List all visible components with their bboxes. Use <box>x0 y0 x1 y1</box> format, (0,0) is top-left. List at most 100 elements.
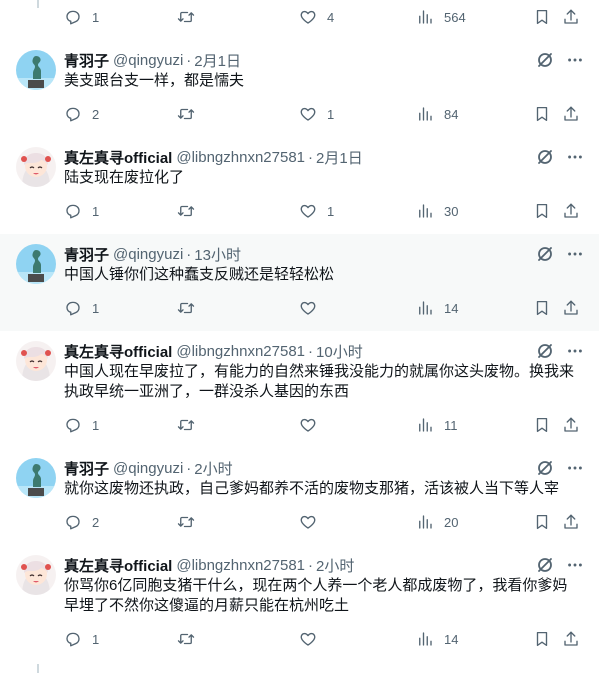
more-options-button[interactable] <box>565 50 585 70</box>
reply-count: 1 <box>92 300 100 316</box>
like-button[interactable]: 1 <box>299 200 334 222</box>
bookmark-icon <box>536 106 548 122</box>
share-button[interactable] <box>562 511 580 533</box>
like-button[interactable]: 1 <box>299 103 334 125</box>
more-options-button[interactable] <box>565 147 585 167</box>
user-handle[interactable]: @libngzhnxn27581 <box>176 557 305 574</box>
separator-dot: · <box>308 342 314 360</box>
tweet-text-line: 执政早统一亚洲了，一群没杀人基因的东西 <box>64 383 350 400</box>
display-name[interactable]: 真左真寻official <box>64 341 172 362</box>
grok-button[interactable] <box>535 341 555 361</box>
tweet-text-line: 中国人现在早废拉了，有能力的自然来锤我没能力的就属你这头废物。换我来 <box>64 363 575 380</box>
timestamp[interactable]: 10小时 <box>316 341 363 362</box>
reply-button[interactable]: 1 <box>64 6 99 28</box>
bookmark-button[interactable] <box>533 628 551 650</box>
like-button[interactable]: 4 <box>299 6 334 28</box>
avatar-qingyuzi[interactable] <box>16 50 56 90</box>
bookmark-button[interactable] <box>533 414 551 436</box>
avatar-qingyuzi[interactable] <box>16 244 56 284</box>
timestamp[interactable]: 2月1日 <box>194 50 241 71</box>
bookmark-button[interactable] <box>533 103 551 125</box>
reply-button[interactable]: 1 <box>64 628 99 650</box>
reply-button[interactable]: 2 <box>64 103 99 125</box>
display-name[interactable]: 真左真寻official <box>64 147 172 168</box>
retweet-button[interactable] <box>177 297 195 319</box>
retweet-button[interactable] <box>177 103 195 125</box>
statue-avatar-icon <box>16 244 56 284</box>
user-handle[interactable]: @qingyuzi <box>113 52 183 69</box>
retweet-button[interactable] <box>177 628 195 650</box>
display-name[interactable]: 真左真寻official <box>64 555 172 576</box>
bookmark-button[interactable] <box>533 511 551 533</box>
bookmark-button[interactable] <box>533 200 551 222</box>
more-options-button[interactable] <box>565 341 585 361</box>
user-handle[interactable]: @libngzhnxn27581 <box>176 343 305 360</box>
timestamp[interactable]: 13小时 <box>194 244 241 265</box>
bookmark-button[interactable] <box>533 6 551 28</box>
grok-button[interactable] <box>535 458 555 478</box>
tweet-cell[interactable]: 真左真寻official @libngzhnxn27581 · 10小时 中国人… <box>0 331 599 448</box>
avatar-libngzhnxn27581[interactable] <box>16 341 56 381</box>
views-button[interactable]: 11 <box>416 414 458 436</box>
reply-button[interactable]: 1 <box>64 200 99 222</box>
timestamp[interactable]: 2月1日 <box>316 147 363 168</box>
views-button[interactable]: 14 <box>416 297 458 319</box>
more-dots-icon <box>568 155 582 159</box>
retweet-button[interactable] <box>177 511 195 533</box>
display-name[interactable]: 青羽子 <box>64 50 109 71</box>
heart-icon <box>300 632 316 646</box>
grok-button[interactable] <box>535 50 555 70</box>
tweet-cell[interactable]: 青羽子 @qingyuzi · 2小时 就你这废物还执政，自己爹妈都养不活的废物… <box>0 448 599 545</box>
more-dots-icon <box>568 58 582 62</box>
display-name[interactable]: 青羽子 <box>64 458 109 479</box>
share-button[interactable] <box>562 103 580 125</box>
views-button[interactable]: 84 <box>416 103 458 125</box>
separator-dot: · <box>308 148 314 166</box>
tweet-cell[interactable]: 青羽子 @qingyuzi · 2月1日 美支跟台支一样，都是懦夫 2 1 84 <box>0 40 599 137</box>
like-button[interactable] <box>299 414 317 436</box>
share-button[interactable] <box>562 297 580 319</box>
retweet-button[interactable] <box>177 6 195 28</box>
like-button[interactable] <box>299 297 317 319</box>
avatar-libngzhnxn27581[interactable] <box>16 555 56 595</box>
anime-girl-avatar-icon <box>16 555 56 595</box>
bookmark-button[interactable] <box>533 297 551 319</box>
like-button[interactable] <box>299 511 317 533</box>
timestamp[interactable]: 2小时 <box>316 555 354 576</box>
bookmark-icon <box>536 203 548 219</box>
grok-button[interactable] <box>535 147 555 167</box>
grok-button[interactable] <box>535 244 555 264</box>
user-handle[interactable]: @qingyuzi <box>113 460 183 477</box>
views-button[interactable]: 14 <box>416 628 458 650</box>
thread-line <box>37 664 39 673</box>
share-button[interactable] <box>562 628 580 650</box>
user-handle[interactable]: @qingyuzi <box>113 246 183 263</box>
views-button[interactable]: 20 <box>416 511 458 533</box>
reply-button[interactable]: 1 <box>64 414 99 436</box>
tweet-text: 你骂你6亿同胞支猪干什么，现在两个人养一个老人都成废物了，我看你爹妈 早埋了不然… <box>64 576 584 616</box>
more-options-button[interactable] <box>565 555 585 575</box>
grok-button[interactable] <box>535 555 555 575</box>
tweet-cell[interactable]: 真左真寻official @libngzhnxn27581 · 2月1日 陆支现… <box>0 137 599 234</box>
reply-count: 1 <box>92 9 100 25</box>
timestamp[interactable]: 2小时 <box>194 458 232 479</box>
user-handle[interactable]: @libngzhnxn27581 <box>176 149 305 166</box>
share-icon <box>564 203 578 218</box>
reply-button[interactable]: 2 <box>64 511 99 533</box>
share-button[interactable] <box>562 414 580 436</box>
more-options-button[interactable] <box>565 244 585 264</box>
like-button[interactable] <box>299 628 317 650</box>
retweet-button[interactable] <box>177 200 195 222</box>
display-name[interactable]: 青羽子 <box>64 244 109 265</box>
views-button[interactable]: 30 <box>416 200 458 222</box>
avatar-qingyuzi[interactable] <box>16 458 56 498</box>
avatar-libngzhnxn27581[interactable] <box>16 147 56 187</box>
more-options-button[interactable] <box>565 458 585 478</box>
share-button[interactable] <box>562 200 580 222</box>
reply-button[interactable]: 1 <box>64 297 99 319</box>
share-button[interactable] <box>562 6 580 28</box>
views-button[interactable]: 564 <box>416 6 466 28</box>
tweet-cell[interactable]: 青羽子 @qingyuzi · 13小时 中国人锤你们这种蠢支反贼还是轻轻松松 … <box>0 234 599 331</box>
retweet-button[interactable] <box>177 414 195 436</box>
tweet-cell[interactable]: 真左真寻official @libngzhnxn27581 · 2小时 你骂你6… <box>0 545 599 665</box>
